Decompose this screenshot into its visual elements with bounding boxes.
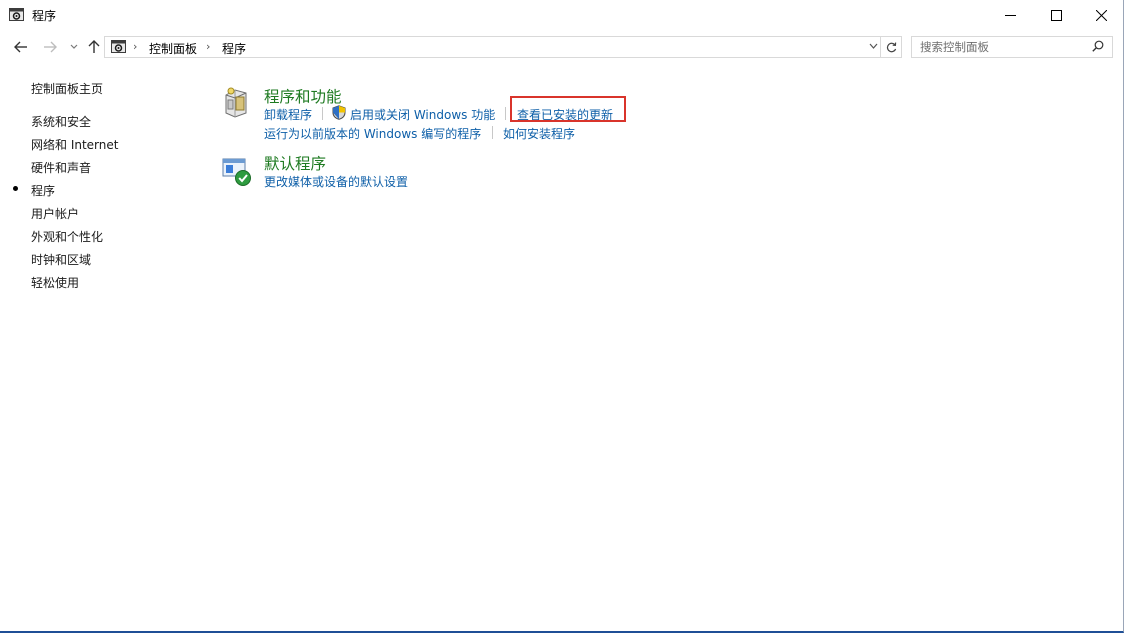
sidebar-item-clock-region[interactable]: 时钟和区域 <box>31 251 91 268</box>
refresh-icon <box>886 42 896 52</box>
up-button[interactable] <box>85 37 103 57</box>
search-box[interactable] <box>911 36 1113 58</box>
link-how-to-install[interactable]: 如何安装程序 <box>503 125 575 142</box>
search-icon[interactable] <box>1092 40 1104 52</box>
close-icon <box>1095 9 1107 21</box>
sidebar-item-network[interactable]: 网络和 Internet <box>31 136 118 153</box>
control-panel-icon <box>9 8 24 21</box>
uac-shield-icon <box>332 105 346 120</box>
minimize-button[interactable] <box>987 0 1033 30</box>
chevron-down-icon <box>70 44 78 49</box>
maximize-button[interactable] <box>1033 0 1079 30</box>
link-divider <box>505 107 506 120</box>
chevron-right-icon[interactable]: › <box>206 40 210 53</box>
window-title: 程序 <box>32 9 57 23</box>
sidebar-item-home[interactable]: 控制面板主页 <box>31 80 103 97</box>
highlight-box <box>510 96 626 122</box>
close-button[interactable] <box>1078 0 1124 30</box>
address-bar[interactable]: › 控制面板 › 程序 <box>104 36 881 58</box>
link-divider <box>322 107 323 120</box>
arrow-right-icon <box>44 41 57 53</box>
window-frame: 程序 › 控制面板 › 程序 搜索控制面板 控制面板主页 系统和安全 网络和 I… <box>0 0 1124 633</box>
minimize-icon <box>1004 14 1016 16</box>
control-panel-icon <box>111 40 126 53</box>
arrow-up-icon <box>88 40 100 53</box>
breadcrumb-control-panel[interactable]: 控制面板 <box>149 40 197 57</box>
chevron-right-icon[interactable]: › <box>133 40 137 53</box>
link-program-compatibility[interactable]: 运行为以前版本的 Windows 编写的程序 <box>264 125 481 142</box>
current-item-bullet <box>13 186 18 191</box>
arrow-left-icon <box>14 41 27 53</box>
chevron-down-icon[interactable] <box>869 41 878 51</box>
sidebar-item-programs: 程序 <box>31 184 56 198</box>
sidebar-item-hardware-sound[interactable]: 硬件和声音 <box>31 159 91 176</box>
link-windows-features[interactable]: 启用或关闭 Windows 功能 <box>350 106 495 123</box>
back-button[interactable] <box>11 37 31 57</box>
link-change-media-defaults[interactable]: 更改媒体或设备的默认设置 <box>264 173 408 190</box>
sidebar-item-ease-of-access[interactable]: 轻松使用 <box>31 274 79 291</box>
sidebar-item-appearance[interactable]: 外观和个性化 <box>31 228 103 245</box>
category-title-default-programs[interactable]: 默认程序 <box>264 152 326 174</box>
link-uninstall-program[interactable]: 卸载程序 <box>264 106 312 123</box>
refresh-button[interactable] <box>881 36 902 58</box>
forward-button[interactable] <box>40 37 60 57</box>
category-title-programs-features[interactable]: 程序和功能 <box>264 85 342 107</box>
maximize-icon <box>1050 9 1062 21</box>
link-divider <box>492 126 493 139</box>
programs-features-icon[interactable] <box>222 86 250 118</box>
recent-locations-button[interactable] <box>67 37 81 57</box>
title-bar[interactable]: 程序 <box>0 0 1124 30</box>
default-programs-icon[interactable] <box>222 157 254 187</box>
breadcrumb-programs[interactable]: 程序 <box>222 40 246 57</box>
search-input[interactable] <box>920 39 1085 54</box>
sidebar-item-system-security[interactable]: 系统和安全 <box>31 113 91 130</box>
sidebar-item-user-accounts[interactable]: 用户帐户 <box>31 205 79 222</box>
